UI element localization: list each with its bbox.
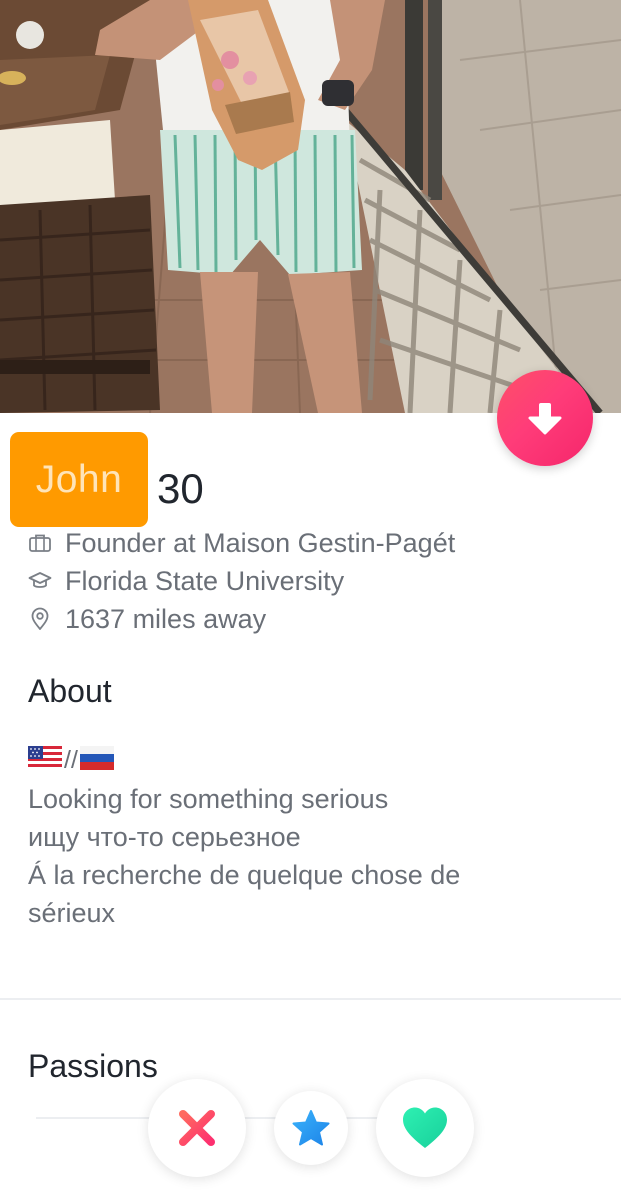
job-row: Founder at Maison Gestin-Pagét xyxy=(28,527,455,559)
graduation-cap-icon xyxy=(28,569,52,593)
school-row: Florida State University xyxy=(28,565,344,597)
distance-row: 1637 miles away xyxy=(28,603,266,635)
super-like-button[interactable] xyxy=(274,1091,348,1165)
flag-separator: // xyxy=(64,745,78,774)
arrow-down-icon xyxy=(528,403,562,435)
about-heading: About xyxy=(28,673,112,709)
profile-photo[interactable] xyxy=(0,0,621,413)
bio-line: Looking for something serious xyxy=(28,784,389,814)
passions-heading: Passions xyxy=(28,1048,158,1084)
bio-text: Looking for something serious ищу что-то… xyxy=(28,780,588,932)
profile-age: 30 xyxy=(157,465,204,512)
distance-text: 1637 miles away xyxy=(65,603,267,634)
heart-icon xyxy=(403,1107,447,1148)
bio-flags: // xyxy=(28,745,114,775)
bio-line: ищу что-то серьезное xyxy=(28,822,301,852)
school-text: Florida State University xyxy=(65,565,345,596)
location-pin-icon xyxy=(28,607,52,631)
close-x-icon xyxy=(179,1110,215,1146)
section-divider xyxy=(0,998,621,1000)
us-flag-icon xyxy=(28,745,62,775)
like-button[interactable] xyxy=(376,1079,474,1177)
bio-line: sérieux xyxy=(28,898,116,928)
job-text: Founder at Maison Gestin-Pagét xyxy=(65,527,456,558)
profile-photo-image xyxy=(0,0,621,413)
briefcase-icon xyxy=(28,531,52,555)
collapse-profile-button[interactable] xyxy=(497,370,593,466)
profile-name: John xyxy=(35,457,123,501)
nope-button[interactable] xyxy=(148,1079,246,1177)
star-icon xyxy=(292,1110,330,1146)
bio-line: Á la recherche de quelque chose de xyxy=(28,860,461,890)
name-badge: John xyxy=(10,432,148,527)
russia-flag-icon xyxy=(79,745,114,775)
